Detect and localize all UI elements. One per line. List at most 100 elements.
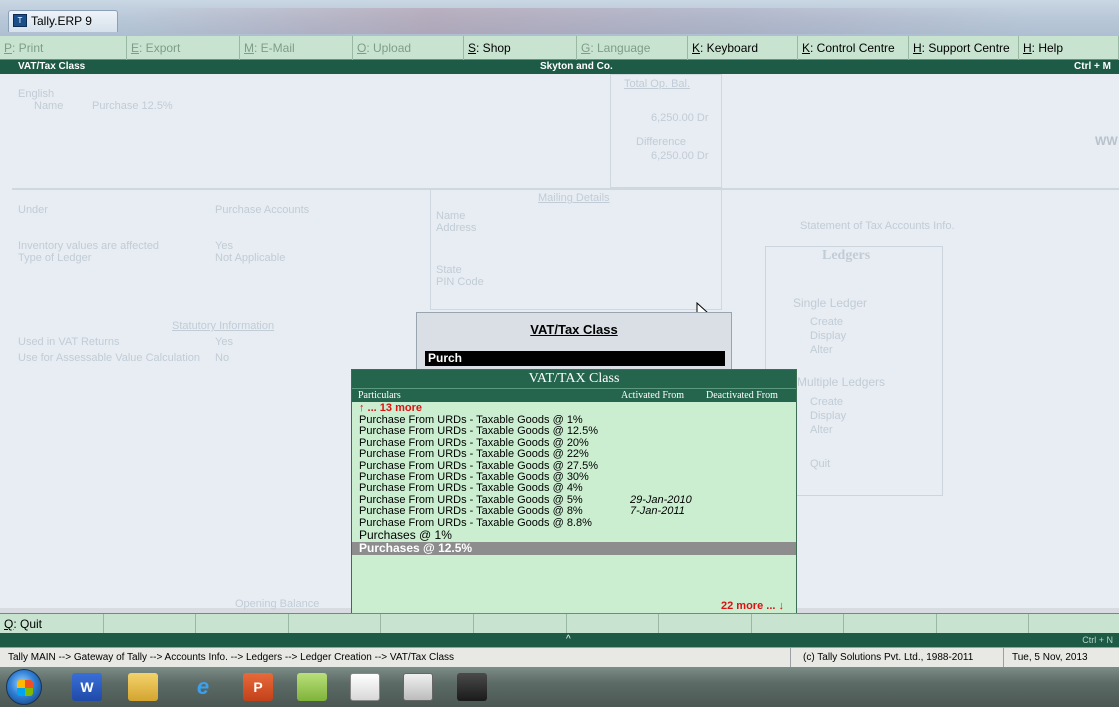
windows-taskbar: W e P [0,667,1119,707]
pin-code-label: PIN Code [436,276,484,288]
opening-balance-label: Opening Balance [235,598,320,610]
multiple-create[interactable]: Create [810,396,843,408]
powerpoint-icon[interactable]: P [243,673,273,701]
vat-class-list: VAT/TAX Class Particulars Activated From… [351,369,797,614]
window-titlebar: T Tally.ERP 9 [0,0,1119,36]
print-button[interactable]: P: Print [0,36,127,60]
single-create[interactable]: Create [810,316,843,328]
vat-prompt-title: VAT/Tax Class [530,322,618,337]
top-button-bar: P: Print E: Export M: E-Mail O: Upload S… [0,36,1119,60]
user-icon[interactable] [457,673,487,701]
empty-button [659,614,752,634]
tally-icon[interactable] [350,673,380,701]
empty-button [381,614,474,634]
screen-header: VAT/Tax Class Skyton and Co. Ctrl + M [0,60,1119,74]
name-label: Name [34,100,64,112]
side-panel-subtitle: Statement of Tax Accounts Info. [800,220,955,232]
used-vat-value: Yes [215,336,233,348]
company-name: Skyton and Co. [540,61,613,72]
language-label: English [18,88,55,100]
vat-class-prompt: VAT/Tax Class Purch [416,312,732,370]
ie-icon[interactable]: e [188,673,218,701]
window-title: Tally.ERP 9 [31,14,92,28]
bottom-button-bar: Q: Quit [0,613,1119,634]
empty-button [196,614,289,634]
start-icon[interactable] [6,669,42,705]
email-button[interactable]: M: E-Mail [240,36,353,60]
mailing-address-label: Address [436,222,477,234]
side-panel-title: Ledgers [822,248,871,263]
empty-button [104,614,197,634]
caret-up-icon[interactable]: ^ [566,633,571,647]
empty-button [844,614,937,634]
upload-button[interactable]: O: Upload [353,36,464,60]
titlebar-glow [130,8,1030,34]
single-alter[interactable]: Alter [810,344,833,356]
quit-button[interactable]: Q: Quit [0,614,104,634]
shop-button[interactable]: S: Shop [464,36,577,60]
name-value: Purchase 12.5% [92,100,173,112]
difference-label: Difference [636,136,686,148]
list-item-selected[interactable]: Purchases @ 12.5% [352,541,796,555]
header-shortcut: Ctrl + M [1074,61,1111,72]
empty-button [474,614,567,634]
balance-box [610,74,722,188]
multiple-ledgers-label: Multiple Ledgers [797,375,886,389]
tally-app-icon: T [13,14,27,27]
status-bar: Tally MAIN --> Gateway of Tally --> Acco… [0,647,1119,668]
statutory-info-label: Statutory Information [172,320,275,332]
difference-amount: 6,250.00 Dr [651,150,709,162]
word-icon[interactable]: W [72,673,102,701]
type-ledger-label: Type of Ledger [18,252,92,264]
vat-class-input[interactable]: Purch [425,351,725,366]
more-below-indicator[interactable]: 22 more ... ↓ [721,600,784,612]
total-op-bal-amount: 6,250.00 Dr [651,112,709,124]
col-particulars: Particulars [358,390,401,401]
bottom-green-strip: ^ Ctrl + N [0,633,1119,647]
empty-button [567,614,660,634]
empty-button [289,614,382,634]
folder-icon[interactable] [128,673,158,701]
strip-shortcut: Ctrl + N [1082,635,1113,645]
inventory-label: Inventory values are affected [18,240,160,252]
export-button[interactable]: E: Export [127,36,240,60]
control-centre-button[interactable]: K: Control Centre [798,36,909,60]
col-deactivated-from: Deactivated From [706,390,778,401]
language-button[interactable]: G: Language [577,36,688,60]
mailing-box [430,188,722,310]
mailing-name-label: Name [436,210,466,222]
single-ledger-label: Single Ledger [793,296,868,310]
used-vat-label: Used in VAT Returns [18,336,120,348]
col-activated-from: Activated From [621,390,685,401]
calculator-icon[interactable] [403,673,433,701]
type-ledger-value: Not Applicable [215,252,286,264]
current-date: Tue, 5 Nov, 2013 [1003,648,1088,668]
under-value: Purchase Accounts [215,204,310,216]
list-rows: ↑ ... 13 more Purchase From URDs - Taxab… [352,402,796,555]
multiple-alter[interactable]: Alter [810,424,833,436]
total-op-bal-label: Total Op. Bal. [624,78,691,90]
mailing-details-label: Mailing Details [538,192,610,204]
empty-button [937,614,1030,634]
list-item[interactable]: Purchases @ 1% [352,528,796,542]
navigation-path: Tally MAIN --> Gateway of Tally --> Acco… [8,652,455,663]
notes-icon[interactable] [297,673,327,701]
keyboard-button[interactable]: K: Keyboard [688,36,798,60]
assessable-label: Use for Assessable Value Calculation [18,352,201,364]
multiple-display[interactable]: Display [810,410,846,422]
under-label: Under [18,204,48,216]
empty-button [752,614,845,634]
app-tab[interactable]: T Tally.ERP 9 [8,10,118,32]
screen-title: VAT/Tax Class [18,61,86,72]
copyright-text: (c) Tally Solutions Pvt. Ltd., 1988-2011 [790,648,973,668]
inventory-value: Yes [215,240,233,252]
side-panel-quit[interactable]: Quit [810,458,830,470]
assessable-value: No [215,352,230,364]
help-button[interactable]: H: Help [1019,36,1119,60]
list-title: VAT/TAX Class [352,370,796,388]
support-centre-button[interactable]: H: Support Centre [909,36,1019,60]
empty-button [1029,614,1119,634]
list-column-headers: Particulars Activated From Deactivated F… [352,388,796,402]
single-display[interactable]: Display [810,330,846,342]
state-label: State [436,264,462,276]
